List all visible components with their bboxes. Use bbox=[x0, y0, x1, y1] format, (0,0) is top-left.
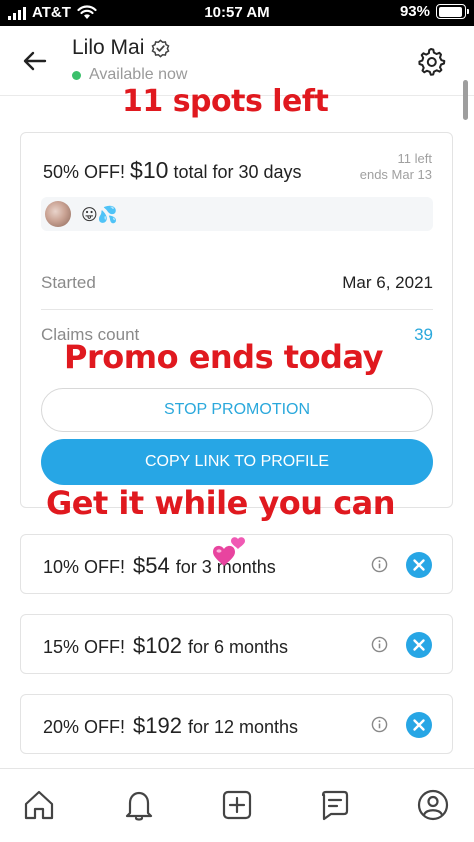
offer-duration: for 12 months bbox=[187, 717, 299, 737]
home-icon[interactable] bbox=[21, 787, 57, 823]
info-icon[interactable] bbox=[371, 556, 388, 573]
status-bar: AT&T 10:57 AM 93% bbox=[0, 0, 474, 26]
offer-discount: 20% OFF! bbox=[43, 717, 126, 737]
offer-duration: for 6 months bbox=[187, 637, 289, 657]
offer-price: $54 bbox=[133, 553, 170, 578]
spots-left-caption: 11 spots left bbox=[122, 84, 329, 119]
presence-status: Available now bbox=[72, 66, 187, 84]
arrow-left-icon[interactable] bbox=[20, 46, 50, 76]
verified-icon bbox=[151, 38, 170, 58]
offer-discount: 10% OFF! bbox=[43, 557, 126, 577]
offer-card-6-months: 15% OFF! $102 for 6 months bbox=[20, 614, 453, 674]
promo-spots-left: 11 left bbox=[397, 151, 432, 166]
offer-text: 20% OFF! $192 for 12 months bbox=[43, 713, 298, 739]
offer-card-12-months: 20% OFF! $192 for 12 months bbox=[20, 694, 453, 754]
promo-title: 50% OFF! $10 total for 30 days bbox=[43, 157, 302, 184]
close-icon bbox=[413, 719, 425, 731]
bell-icon[interactable] bbox=[121, 787, 157, 823]
promo-meta: 11 left ends Mar 13 bbox=[360, 151, 432, 183]
offer-text: 15% OFF! $102 for 6 months bbox=[43, 633, 288, 659]
plus-square-icon[interactable] bbox=[219, 787, 255, 823]
promo-ends-caption: Promo ends today bbox=[64, 338, 383, 376]
offer-price: $192 bbox=[133, 713, 182, 738]
started-label: Started bbox=[41, 273, 96, 292]
close-icon bbox=[413, 639, 425, 651]
presence-label: Available now bbox=[89, 66, 188, 83]
close-icon bbox=[413, 559, 425, 571]
offer-discount: 15% OFF! bbox=[43, 637, 126, 657]
copy-link-button[interactable]: COPY LINK TO PROFILE bbox=[41, 439, 433, 485]
promo-duration: total for 30 days bbox=[173, 162, 302, 182]
battery-percent: 93% bbox=[399, 3, 430, 20]
info-icon[interactable] bbox=[371, 636, 388, 653]
profile-icon[interactable] bbox=[415, 787, 451, 823]
battery-group: 93% bbox=[399, 3, 469, 20]
promo-message: 😛💦 bbox=[41, 197, 433, 231]
divider bbox=[41, 309, 433, 310]
avatar bbox=[45, 201, 71, 227]
active-promotion-card: 50% OFF! $10 total for 30 days 11 left e… bbox=[20, 132, 453, 508]
remove-offer-button[interactable] bbox=[406, 552, 432, 578]
battery-icon bbox=[436, 4, 469, 19]
bottom-nav bbox=[0, 768, 474, 842]
offer-price: $102 bbox=[133, 633, 182, 658]
promo-end-date: ends Mar 13 bbox=[359, 167, 432, 182]
remove-offer-button[interactable] bbox=[406, 712, 432, 738]
urgency-caption: Get it while you can bbox=[46, 484, 396, 522]
info-icon[interactable] bbox=[371, 716, 388, 733]
started-value: Mar 6, 2021 bbox=[342, 273, 433, 292]
online-dot-icon bbox=[72, 70, 81, 80]
profile-name-row: Lilo Mai bbox=[72, 36, 170, 60]
two-hearts-icon bbox=[213, 537, 245, 566]
profile-name: Lilo Mai bbox=[72, 36, 145, 59]
claims-value[interactable]: 39 bbox=[414, 325, 433, 345]
scrollbar[interactable] bbox=[463, 80, 468, 120]
message-icon[interactable] bbox=[317, 787, 353, 823]
promo-message-emoji: 😛💦 bbox=[81, 204, 118, 224]
stop-promotion-button[interactable]: STOP PROMOTION bbox=[41, 388, 433, 432]
gear-icon[interactable] bbox=[416, 46, 446, 76]
promo-price: $10 bbox=[130, 157, 169, 183]
remove-offer-button[interactable] bbox=[406, 632, 432, 658]
promo-discount: 50% OFF! bbox=[43, 162, 126, 182]
